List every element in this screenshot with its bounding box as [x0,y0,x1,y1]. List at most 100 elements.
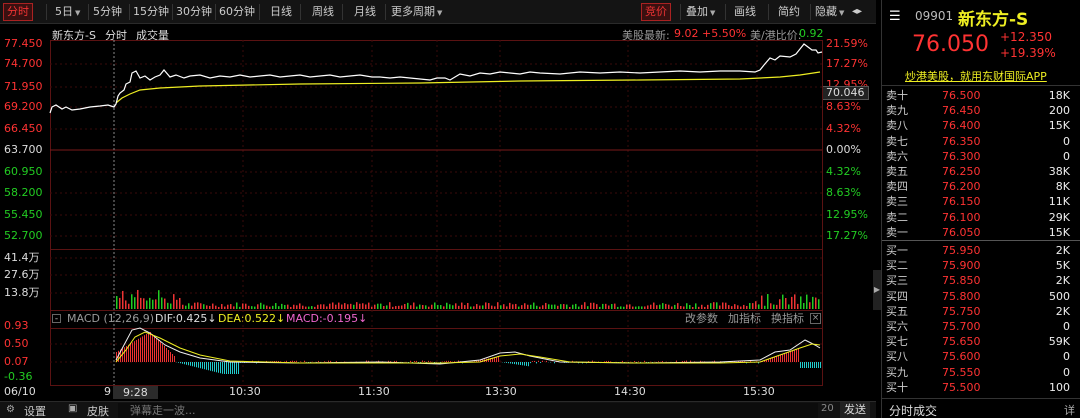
ask-row[interactable]: 卖九 76.450 200 [886,103,1076,118]
volume-bar [605,303,607,309]
macd-bar [554,362,555,364]
bid-row[interactable]: 买七 75.650 59K [886,334,1076,349]
volume-bar [602,303,604,309]
volume-bar [329,303,331,309]
volume-bar [728,305,730,309]
macd-bar [800,362,801,368]
settings-button[interactable]: 设置 [24,403,46,418]
macd-bar [542,360,543,362]
volume-bar [299,303,301,309]
bid-row[interactable]: 买九 75.550 0 [886,365,1076,380]
macd-bar [280,361,281,362]
volume-bar [551,304,553,309]
volume-bar [569,306,571,309]
volume-bar [422,304,424,309]
level-label: 买一 [886,244,908,257]
macd-bar [142,336,143,362]
bid-row[interactable]: 买二 75.900 5K [886,258,1076,273]
ask-row[interactable]: 卖十 76.500 18K [886,88,1076,103]
intraday-chart[interactable] [0,0,876,400]
volume-bar [641,306,643,309]
volume-bar [506,306,508,309]
volume-bar [323,304,325,309]
ask-row[interactable]: 卖八 76.400 15K [886,118,1076,133]
bid-row[interactable]: 买四 75.800 500 [886,289,1076,304]
skin-button[interactable]: 皮肤 [87,403,109,418]
bid-row[interactable]: 买八 75.600 0 [886,349,1076,364]
macd-bar [218,362,219,373]
volume-bar [188,303,190,309]
macd-bar [622,360,623,362]
volume-bar [488,303,490,309]
level-volume: 15K [1048,119,1070,133]
macd-bar [796,349,797,362]
macd-bar [812,362,813,368]
bid-row[interactable]: 买六 75.700 0 [886,319,1076,334]
volume-bar [704,306,706,309]
volume-bar [167,302,169,309]
volume-bar [269,306,271,309]
menu-icon[interactable]: ☰ [889,9,901,24]
bid-row[interactable]: 买一 75.950 2K [886,243,1076,258]
macd-bar [422,360,423,362]
macd-bar [794,350,795,362]
macd-bar [318,360,319,362]
macd-bar [508,362,509,364]
ask-row[interactable]: 卖七 76.350 0 [886,134,1076,149]
ask-row[interactable]: 卖四 76.200 8K [886,179,1076,194]
bid-row[interactable]: 买十 75.500 100 [886,380,1076,395]
macd-bar [520,362,521,365]
volume-bar [464,305,466,309]
bid-row[interactable]: 买三 75.850 2K [886,273,1076,288]
volume-bar [356,302,358,309]
ask-row[interactable]: 卖二 76.100 29K [886,210,1076,225]
macd-bar [430,361,431,362]
volume-bar [515,303,517,309]
collapse-panel-icon[interactable]: ▶ [873,270,881,310]
volume-bar [152,299,154,309]
volume-bar [335,304,337,309]
detail-button[interactable]: 详 [1064,402,1075,418]
ask-row[interactable]: 卖六 76.300 0 [886,149,1076,164]
level-volume: 500 [1049,289,1070,303]
promo-link[interactable]: 炒港美股，就用东财国际APP [905,68,1047,84]
volume-bar [650,304,652,309]
macd-bar [540,362,541,363]
macd-bar [304,360,305,362]
volume-bar [599,306,601,309]
volume-bar [479,305,481,309]
volume-bar [317,304,319,309]
ask-row[interactable]: 卖一 76.050 15K [886,225,1076,240]
volume-bar [710,303,712,309]
skin-icon[interactable]: ▣ [68,403,77,414]
ask-row[interactable]: 卖五 76.250 38K [886,164,1076,179]
macd-bar [414,360,415,362]
char-count: 20 [821,403,834,414]
ask-row[interactable]: 卖三 76.150 11K [886,194,1076,209]
volume-bar [725,302,727,309]
macd-bar [792,350,793,362]
volume-bar [209,305,211,309]
gear-icon[interactable]: ⚙ [6,404,15,415]
send-button[interactable]: 发送 [840,402,870,418]
grid-lines [50,40,822,385]
volume-bar [659,304,661,309]
level-volume: 11K [1048,195,1070,209]
volume-bar [818,299,820,309]
macd-bar [124,347,125,362]
volume-bar [218,306,220,309]
level-volume: 0 [1063,320,1070,333]
volume-bar [491,305,493,309]
volume-bar [449,304,451,309]
volume-bar [482,305,484,309]
macd-bar [526,362,527,366]
volume-bar [803,303,805,309]
danmaku-input[interactable]: 弹幕走一波... [118,403,818,418]
volume-bar [557,305,559,309]
bid-row[interactable]: 买五 75.750 2K [886,304,1076,319]
trade-detail-tab[interactable]: 分时成交 [889,402,937,418]
volume-bar [221,304,223,309]
level-label: 卖七 [886,134,908,148]
macd-bar [498,356,499,362]
volume-bar [485,302,487,309]
